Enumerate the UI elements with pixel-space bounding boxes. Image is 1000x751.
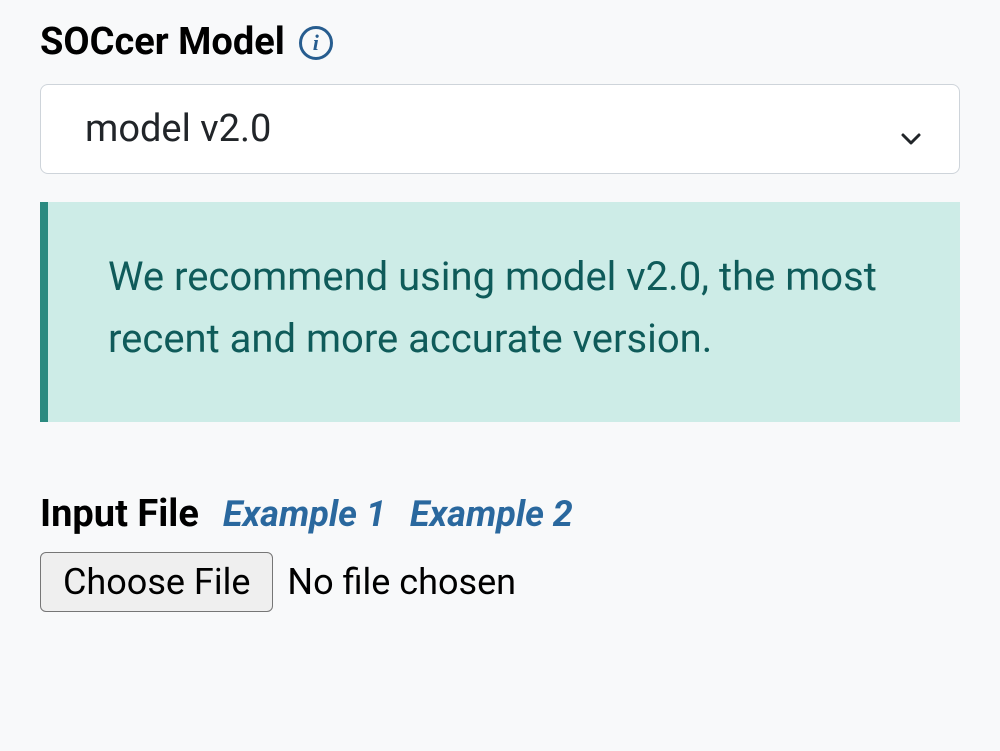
info-icon[interactable]: i (299, 26, 333, 60)
choose-file-button[interactable]: Choose File (40, 552, 273, 612)
model-select-value: model v2.0 (85, 107, 271, 151)
chevron-down-icon (899, 117, 923, 141)
recommendation-text: We recommend using model v2.0, the most … (108, 246, 900, 370)
soccer-model-label: SOCcer Model (40, 20, 285, 66)
file-status-text: No file chosen (287, 561, 516, 603)
recommendation-callout: We recommend using model v2.0, the most … (40, 202, 960, 422)
example-1-link[interactable]: Example 1 (223, 493, 386, 535)
model-select[interactable]: model v2.0 (40, 84, 960, 174)
example-2-link[interactable]: Example 2 (410, 493, 573, 535)
input-file-label: Input File (40, 492, 199, 536)
